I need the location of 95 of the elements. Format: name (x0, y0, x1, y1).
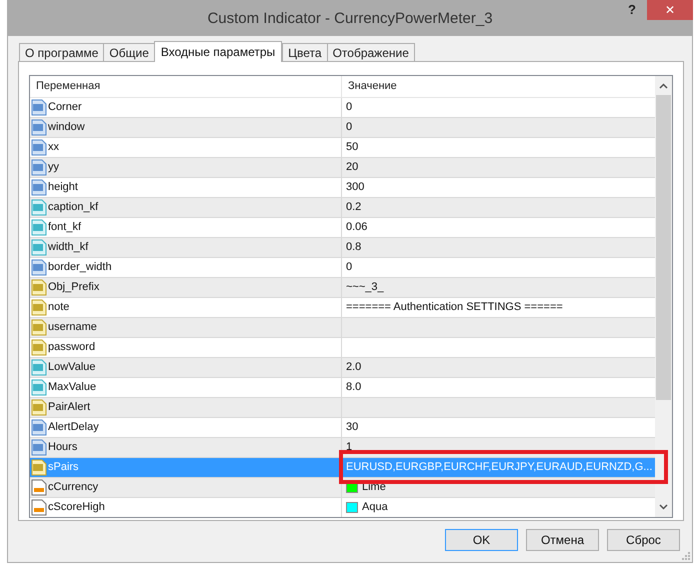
tab[interactable]: О программе (19, 43, 104, 61)
parameter-name: username (48, 320, 97, 336)
table-row[interactable]: width_kf 0.8 (30, 238, 656, 258)
parameter-value: ~~~_3_ (346, 280, 384, 296)
parameter-value: 0 (346, 260, 352, 276)
param-type-icon (31, 99, 47, 116)
table-row[interactable]: yy 20 (30, 158, 656, 178)
parameter-name: AlertDelay (48, 420, 99, 436)
parameter-name: border_width (48, 260, 112, 276)
parameter-value: Aqua (362, 500, 388, 516)
parameter-name: xx (48, 140, 59, 156)
parameter-name: LowValue (48, 360, 96, 376)
close-button[interactable]: ✕ (647, 0, 693, 20)
table-row[interactable]: AlertDelay 30 (30, 418, 656, 438)
column-header[interactable]: Переменная (30, 76, 342, 97)
table-row[interactable]: MaxValue 8.0 (30, 378, 656, 398)
param-type-icon (31, 399, 47, 416)
tab[interactable]: Общие (103, 43, 155, 61)
table-row[interactable]: username (30, 318, 656, 338)
param-type-icon (31, 199, 47, 216)
parameter-value: 2.0 (346, 360, 362, 376)
parameter-name: yy (48, 160, 59, 176)
parameter-name: window (48, 120, 85, 136)
parameter-value: EURUSD,EURGBP,EURCHF,EURJPY,EURAUD,EURNZD,G... (346, 460, 652, 476)
parameter-name: caption_kf (48, 200, 98, 216)
param-type-icon (31, 379, 47, 396)
param-type-icon (31, 319, 47, 336)
param-type-icon (31, 139, 47, 156)
param-type-icon (31, 299, 47, 316)
table-row[interactable]: password (30, 338, 656, 358)
table-row[interactable]: height 300 (30, 178, 656, 198)
parameter-name: cScoreHigh (48, 500, 105, 516)
param-type-icon (31, 359, 47, 376)
parameter-name: cCurrency (48, 480, 98, 496)
param-type-icon (31, 239, 47, 256)
help-button[interactable]: ? (617, 0, 647, 20)
tab[interactable]: Входные параметры (154, 41, 282, 62)
table-row[interactable]: PairAlert (30, 398, 656, 418)
parameter-name: MaxValue (48, 380, 96, 396)
parameter-name: password (48, 340, 96, 356)
tab[interactable]: Цвета (282, 43, 328, 61)
parameter-value: 0 (346, 120, 352, 136)
table-row[interactable]: note ======= Authentication SETTINGS ====== (30, 298, 656, 318)
color-param-icon (31, 499, 47, 516)
parameter-name: width_kf (48, 240, 88, 256)
scrollbar-thumb[interactable] (656, 95, 672, 400)
param-type-icon (31, 459, 47, 476)
window-title: Custom Indicator - CurrencyPowerMeter_3 (207, 9, 493, 29)
scroll-up-icon[interactable] (659, 83, 668, 89)
param-type-icon (31, 439, 47, 456)
param-type-icon (31, 279, 47, 296)
parameter-value: 8.0 (346, 380, 362, 396)
parameter-value: 50 (346, 140, 358, 156)
parameter-name: note (48, 300, 70, 316)
parameter-value: 0.06 (346, 220, 368, 236)
column-header[interactable]: Значение (342, 76, 656, 97)
table-row[interactable]: font_kf 0.06 (30, 218, 656, 238)
param-type-icon (31, 119, 47, 136)
parameter-name: font_kf (48, 220, 82, 236)
parameter-name: Hours (48, 440, 78, 456)
parameter-value: 30 (346, 420, 358, 436)
color-param-icon (31, 479, 47, 496)
dialog-button[interactable]: Отмена (526, 529, 599, 551)
parameter-name: PairAlert (48, 400, 90, 416)
scrollbar[interactable] (655, 76, 672, 517)
param-type-icon (31, 259, 47, 276)
table-row[interactable]: Obj_Prefix ~~~_3_ (30, 278, 656, 298)
parameter-value: 1 (346, 440, 352, 456)
parameter-name: height (48, 180, 78, 196)
table-row[interactable]: LowValue 2.0 (30, 358, 656, 378)
param-type-icon (31, 159, 47, 176)
tab[interactable]: Отображение (326, 43, 415, 61)
parameter-name: Corner (48, 100, 82, 116)
table-row[interactable]: caption_kf 0.2 (30, 198, 656, 218)
parameter-name: sPairs (48, 460, 79, 476)
table-row[interactable]: Hours 1 (30, 438, 656, 458)
table-row[interactable]: window 0 (30, 118, 656, 138)
parameter-name: Obj_Prefix (48, 280, 100, 296)
resize-grip-icon[interactable] (682, 552, 690, 560)
scroll-down-icon[interactable] (659, 504, 668, 510)
table-row[interactable]: Corner 0 (30, 98, 656, 118)
parameter-value: 0.8 (346, 240, 362, 256)
param-type-icon (31, 419, 47, 436)
dialog-button[interactable]: Сброс (607, 529, 680, 551)
dialog-button[interactable]: OK (445, 529, 518, 551)
parameter-value: 0.2 (346, 200, 362, 216)
parameter-value: 0 (346, 100, 352, 116)
table-row[interactable]: border_width 0 (30, 258, 656, 278)
parameter-value: ======= Authentication SETTINGS ====== (346, 300, 563, 316)
param-type-icon (31, 219, 47, 236)
table-row[interactable]: xx 50 (30, 138, 656, 158)
param-type-icon (31, 339, 47, 356)
param-type-icon (31, 179, 47, 196)
parameter-value: 20 (346, 160, 358, 176)
parameter-value: 300 (346, 180, 364, 196)
